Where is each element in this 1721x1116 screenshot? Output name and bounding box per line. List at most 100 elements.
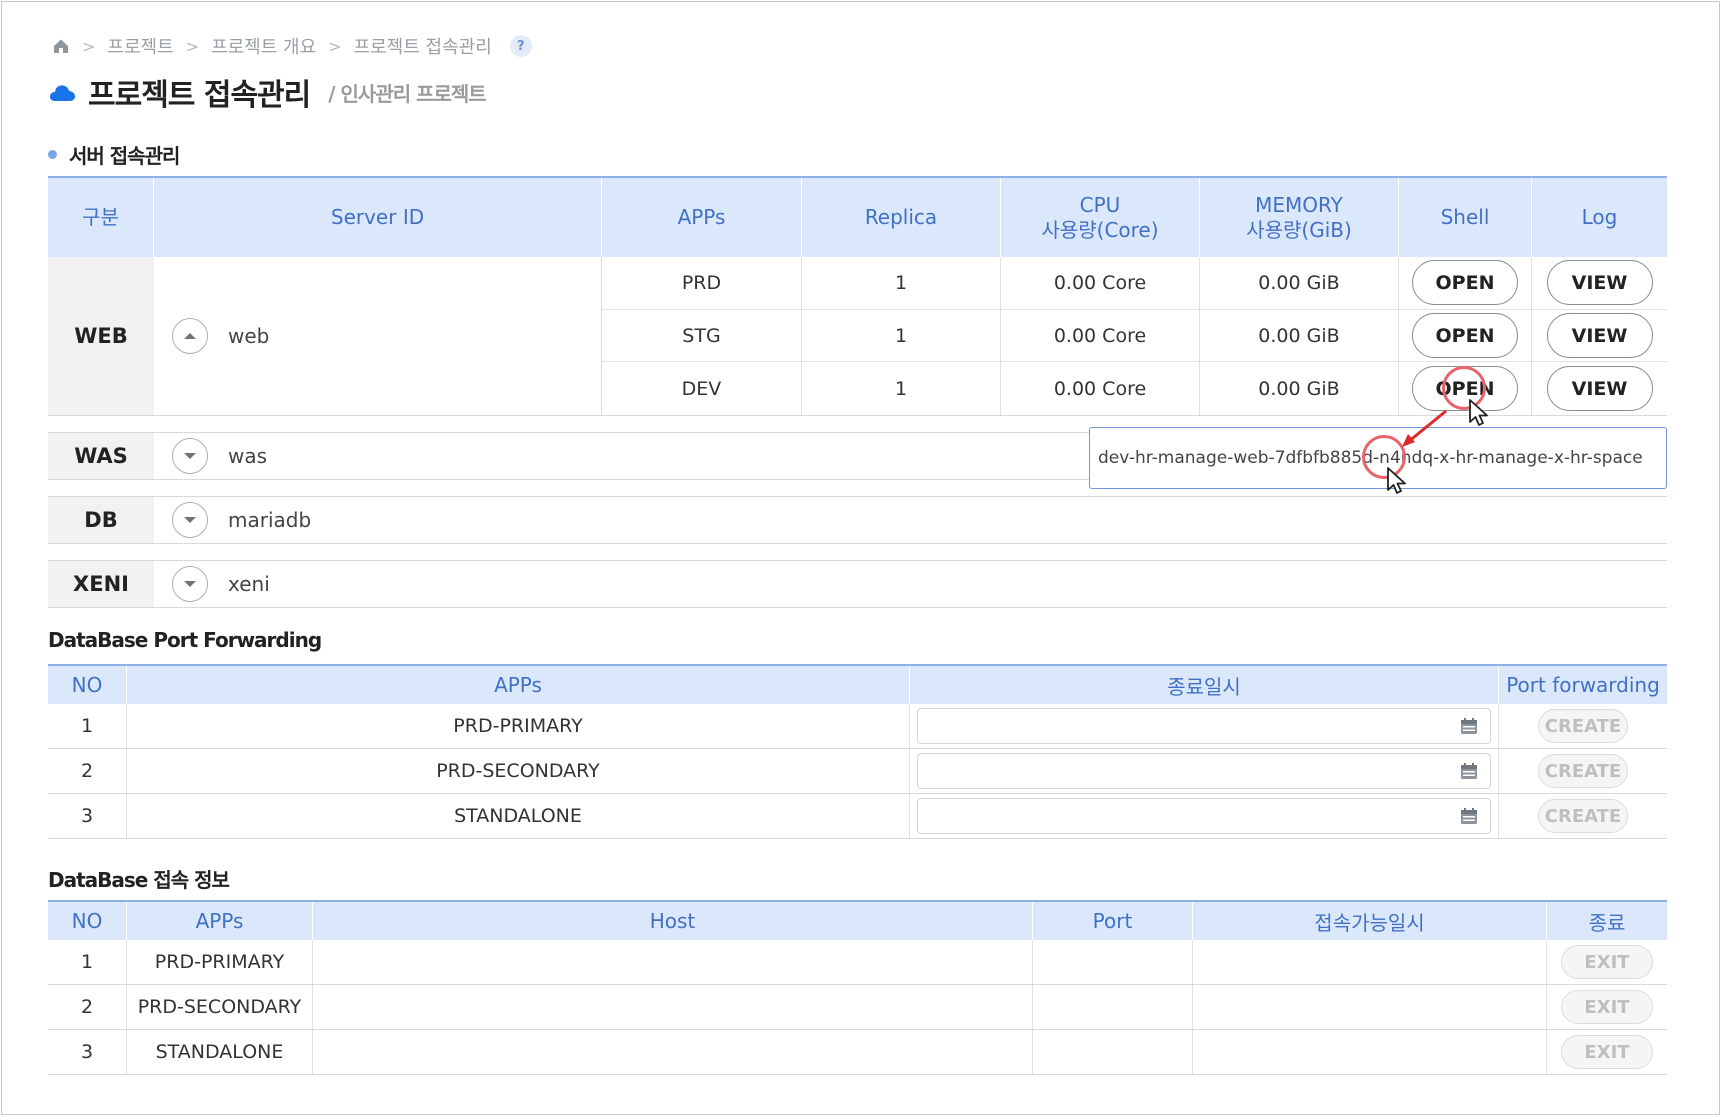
collapse-toggle-web[interactable] (172, 318, 208, 354)
page-title: 프로젝트 접속관리 (88, 78, 311, 113)
page-header: 프로젝트 접속관리 / 인사관리 프로젝트 (48, 72, 487, 113)
memory-value: 0.00 GiB (1200, 309, 1399, 362)
shell-open-button-prd[interactable]: OPEN (1412, 260, 1518, 306)
table-row: 3 STANDALONE EXIT (48, 1030, 1667, 1075)
chevron-up-icon (184, 333, 196, 339)
fwd-cell: CREATE (1499, 794, 1667, 838)
log-view-button-stg[interactable]: VIEW (1546, 313, 1653, 358)
header-gubun: 구분 (48, 178, 154, 257)
row-port (1033, 940, 1193, 984)
group-label-web: WEB (48, 257, 154, 415)
server-name-web: web (228, 324, 270, 348)
header-end-datetime: 종료일시 (910, 666, 1499, 704)
expand-toggle-xeni[interactable] (172, 566, 208, 602)
db-info-header: NO APPs Host Port 접속가능일시 종료 (48, 900, 1667, 940)
replica-value: 1 (802, 257, 1001, 309)
log-cell: VIEW (1532, 362, 1667, 415)
exit-button[interactable]: EXIT (1561, 1035, 1653, 1069)
table-row: 1 PRD-PRIMARY EXIT (48, 940, 1667, 985)
expand-toggle-was[interactable] (172, 438, 208, 474)
header-port: Port (1033, 902, 1193, 940)
calendar-icon[interactable] (1460, 717, 1478, 735)
shell-cell: OPEN (1399, 257, 1532, 309)
log-view-button-prd[interactable]: VIEW (1546, 260, 1653, 306)
row-no: 3 (48, 1030, 127, 1074)
log-view-button-dev[interactable]: VIEW (1546, 366, 1653, 412)
date-cell (910, 704, 1499, 748)
row-app: STANDALONE (127, 1030, 313, 1074)
log-cell: VIEW (1532, 310, 1667, 362)
header-mem-line2: 사용량(GiB) (1246, 217, 1352, 242)
chevron-down-icon (184, 581, 196, 587)
fwd-cell: CREATE (1499, 749, 1667, 793)
row-no: 2 (48, 985, 127, 1029)
table-row: 2 PRD-SECONDARY EXIT (48, 985, 1667, 1030)
row-port (1033, 985, 1193, 1029)
row-app: PRD-PRIMARY (127, 704, 910, 748)
cloud-icon (49, 85, 75, 101)
header-port-forwarding: Port forwarding (1506, 673, 1660, 697)
table-row: 1 PRD-PRIMARY CREATE (48, 704, 1667, 749)
server-section-title-text: 서버 접속관리 (69, 144, 180, 168)
group-label-db: DB (48, 497, 154, 543)
chevron-right-icon: > (185, 36, 200, 56)
header-apps: APPs (127, 666, 910, 704)
header-shell: Shell (1399, 178, 1532, 257)
expand-toggle-db[interactable] (172, 502, 208, 538)
mouse-cursor-icon (1387, 467, 1406, 494)
page-subtitle: / 인사관리 프로젝트 (328, 81, 486, 106)
calendar-icon[interactable] (1460, 807, 1478, 825)
exit-cell: EXIT (1547, 1030, 1667, 1074)
server-name-xeni: xeni (228, 572, 270, 596)
header-replica: Replica (802, 178, 1001, 257)
header-host: Host (313, 902, 1033, 940)
exit-button[interactable]: EXIT (1561, 990, 1653, 1024)
db-info-table: NO APPs Host Port 접속가능일시 종료 1 PRD-PRIMAR… (48, 900, 1667, 1075)
home-icon[interactable] (52, 37, 70, 55)
memory-value: 0.00 GiB (1200, 362, 1399, 415)
server-group-db: DB mariadb (48, 496, 1667, 544)
shell-open-button-stg[interactable]: OPEN (1412, 313, 1518, 358)
row-available (1193, 1030, 1547, 1074)
server-id-was: was (154, 433, 954, 479)
web-app-rows: PRD 1 0.00 Core 0.00 GiB OPEN VIEW STG 1… (602, 257, 1667, 415)
replica-value: 1 (802, 309, 1001, 362)
arrow-icon (1402, 409, 1447, 447)
server-name-was: was (228, 444, 268, 468)
group-label-was: WAS (48, 433, 154, 479)
end-date-input[interactable] (917, 798, 1491, 834)
end-date-input[interactable] (917, 708, 1491, 744)
row-app: PRD-SECONDARY (127, 985, 313, 1029)
app-name: DEV (602, 362, 802, 415)
end-date-input[interactable] (917, 753, 1491, 789)
table-row: PRD 1 0.00 Core 0.00 GiB OPEN VIEW (602, 257, 1667, 310)
header-log: Log (1581, 205, 1618, 229)
cpu-value: 0.00 Core (1001, 257, 1200, 309)
bullet-icon (48, 150, 57, 159)
row-no: 1 (48, 704, 127, 748)
log-cell: VIEW (1532, 257, 1667, 309)
create-button[interactable]: CREATE (1537, 709, 1629, 743)
table-row: 3 STANDALONE CREATE (48, 794, 1667, 839)
breadcrumb-item-project[interactable]: 프로젝트 (107, 33, 173, 59)
app-name: STG (602, 309, 802, 362)
row-host (313, 1030, 1033, 1074)
row-available (1193, 985, 1547, 1029)
header-no: NO (48, 902, 127, 940)
date-cell (910, 794, 1499, 838)
breadcrumb-item-access[interactable]: 프로젝트 접속관리 (354, 33, 492, 59)
row-no: 1 (48, 940, 127, 984)
calendar-icon[interactable] (1460, 762, 1478, 780)
exit-button[interactable]: EXIT (1561, 945, 1653, 979)
app-name: PRD (602, 257, 802, 309)
server-group-web: WEB web PRD 1 0.00 Core 0.00 GiB OPEN VI… (48, 257, 1667, 416)
create-button[interactable]: CREATE (1537, 754, 1629, 788)
exit-cell: EXIT (1547, 940, 1667, 984)
row-app: STANDALONE (127, 794, 910, 838)
header-cpu: CPU 사용량(Core) (1001, 178, 1200, 257)
table-row: 2 PRD-SECONDARY CREATE (48, 749, 1667, 794)
create-button[interactable]: CREATE (1537, 799, 1629, 833)
breadcrumb-item-overview[interactable]: 프로젝트 개요 (211, 33, 316, 59)
help-icon[interactable]: ? (509, 35, 532, 57)
chevron-right-icon: > (82, 36, 96, 56)
